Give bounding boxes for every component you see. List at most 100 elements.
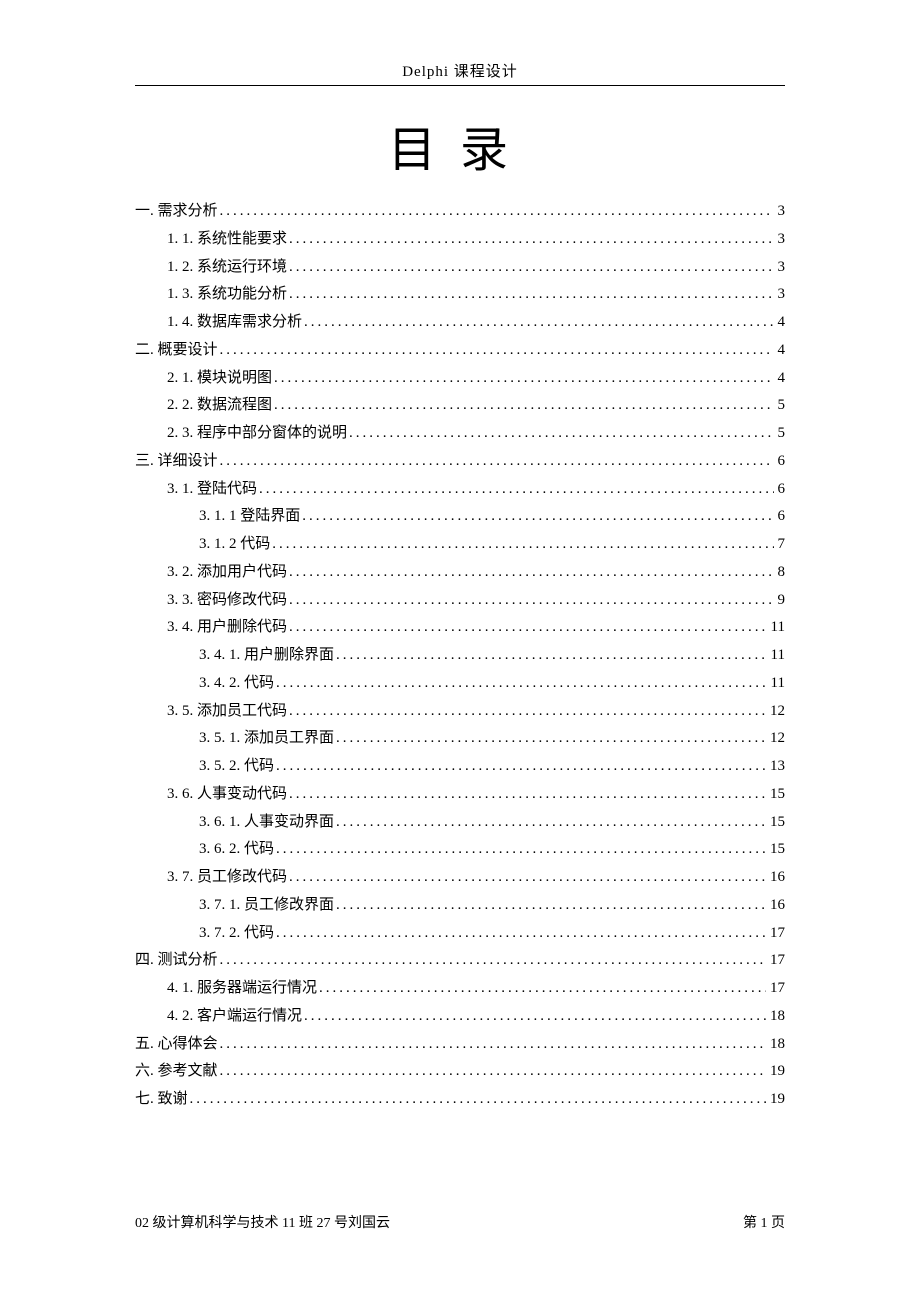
toc-entry-page: 19 xyxy=(768,1086,785,1114)
toc-entry-label: 3. 2. 添加用户代码 xyxy=(167,559,287,587)
toc-leader-dots xyxy=(289,698,766,726)
toc-leader-dots xyxy=(289,587,773,615)
toc-entry-label: 3. 4. 用户删除代码 xyxy=(167,614,287,642)
toc-entry-label: 五. 心得体会 xyxy=(135,1031,218,1059)
toc-entry-label: 3. 7. 1. 员工修改界面 xyxy=(199,892,334,920)
toc-entry-page: 3 xyxy=(776,198,786,226)
toc-leader-dots xyxy=(220,1058,766,1086)
toc-entry-page: 19 xyxy=(768,1058,785,1086)
toc-entry-page: 16 xyxy=(768,892,785,920)
toc-leader-dots xyxy=(336,809,766,837)
toc-entry: 3. 3. 密码修改代码9 xyxy=(135,587,785,615)
toc-entry-label: 3. 5. 添加员工代码 xyxy=(167,698,287,726)
toc-entry: 四. 测试分析 17 xyxy=(135,947,785,975)
document-page: Delphi 课程设计 目录 一. 需求分析31. 1. 系统性能要求31. 2… xyxy=(0,0,920,1302)
toc-entry-label: 3. 7. 2. 代码 xyxy=(199,920,274,948)
toc-entry-page: 11 xyxy=(769,670,785,698)
toc-leader-dots xyxy=(289,781,766,809)
toc-leader-dots xyxy=(302,503,773,531)
toc-leader-dots xyxy=(220,947,766,975)
toc-entry-page: 18 xyxy=(768,1031,785,1059)
toc-entry-label: 四. 测试分析 xyxy=(135,947,218,975)
toc-leader-dots xyxy=(289,559,773,587)
toc-entry-label: 3. 3. 密码修改代码 xyxy=(167,587,287,615)
toc-entry-label: 2. 3. 程序中部分窗体的说明 xyxy=(167,420,347,448)
toc-entry-label: 4. 2. 客户端运行情况 xyxy=(167,1003,302,1031)
toc-entry: 3. 4. 2. 代码11 xyxy=(135,670,785,698)
toc-entry-page: 7 xyxy=(776,531,786,559)
toc-entry: 3. 6. 2. 代码 15 xyxy=(135,836,785,864)
toc-entry: 4. 2. 客户端运行情况 18 xyxy=(135,1003,785,1031)
toc-leader-dots xyxy=(304,1003,766,1031)
toc-leader-dots xyxy=(190,1086,766,1114)
toc-entry-page: 4 xyxy=(776,365,786,393)
toc-leader-dots xyxy=(272,531,773,559)
toc-leader-dots xyxy=(220,448,774,476)
toc-entry-label: 1. 1. 系统性能要求 xyxy=(167,226,287,254)
footer-right: 第 1 页 xyxy=(743,1212,785,1232)
toc-entry: 3. 1. 2 代码7 xyxy=(135,531,785,559)
toc-entry-page: 15 xyxy=(768,836,785,864)
toc-entry-label: 三. 详细设计 xyxy=(135,448,218,476)
toc-entry-page: 17 xyxy=(768,975,785,1003)
toc-entry: 七. 致谢 19 xyxy=(135,1086,785,1114)
toc-leader-dots xyxy=(289,281,773,309)
toc-entry-page: 6 xyxy=(776,503,786,531)
toc-leader-dots xyxy=(336,725,766,753)
toc-entry-label: 1. 3. 系统功能分析 xyxy=(167,281,287,309)
toc-entry-page: 6 xyxy=(776,448,786,476)
toc-entry: 3. 1. 1 登陆界面6 xyxy=(135,503,785,531)
toc-leader-dots xyxy=(349,420,773,448)
toc-leader-dots xyxy=(259,476,773,504)
toc-leader-dots xyxy=(304,309,773,337)
toc-leader-dots xyxy=(276,920,766,948)
toc-entry-label: 3. 5. 2. 代码 xyxy=(199,753,274,781)
toc-entry-page: 3 xyxy=(776,226,786,254)
toc-entry: 1. 1. 系统性能要求 3 xyxy=(135,226,785,254)
toc-leader-dots xyxy=(289,254,773,282)
toc-entry-label: 3. 4. 1. 用户删除界面 xyxy=(199,642,334,670)
toc-entry: 三. 详细设计 6 xyxy=(135,448,785,476)
toc-entry-label: 3. 6. 人事变动代码 xyxy=(167,781,287,809)
toc-entry-page: 5 xyxy=(776,420,786,448)
toc-leader-dots xyxy=(274,365,773,393)
toc-entry-page: 15 xyxy=(768,809,785,837)
document-title: 目录 xyxy=(135,110,785,180)
toc-entry: 3. 4. 用户删除代码11 xyxy=(135,614,785,642)
toc-entry: 3. 7. 1. 员工修改界面 16 xyxy=(135,892,785,920)
toc-entry-page: 12 xyxy=(768,725,785,753)
toc-entry: 2. 3. 程序中部分窗体的说明 5 xyxy=(135,420,785,448)
toc-entry-label: 七. 致谢 xyxy=(135,1086,188,1114)
toc-leader-dots xyxy=(220,198,774,226)
toc-entry: 3. 1. 登陆代码6 xyxy=(135,476,785,504)
toc-leader-dots xyxy=(220,1031,766,1059)
toc-entry-label: 3. 6. 2. 代码 xyxy=(199,836,274,864)
toc-entry-page: 18 xyxy=(768,1003,785,1031)
toc-entry-page: 15 xyxy=(768,781,785,809)
toc-entry: 3. 6. 人事变动代码 15 xyxy=(135,781,785,809)
toc-entry: 2. 2. 数据流程图 5 xyxy=(135,392,785,420)
toc-entry: 二. 概要设计4 xyxy=(135,337,785,365)
toc-entry-page: 17 xyxy=(768,920,785,948)
toc-leader-dots xyxy=(289,864,766,892)
toc-leader-dots xyxy=(276,836,766,864)
toc-entry-page: 13 xyxy=(768,753,785,781)
toc-entry: 3. 5. 2. 代码 13 xyxy=(135,753,785,781)
toc-entry: 4. 1. 服务器端运行情况 17 xyxy=(135,975,785,1003)
toc-entry-page: 5 xyxy=(776,392,786,420)
page-footer: 02 级计算机科学与技术 11 班 27 号刘国云 第 1 页 xyxy=(135,1212,785,1232)
toc-entry-label: 1. 4. 数据库需求分析 xyxy=(167,309,302,337)
toc-leader-dots xyxy=(289,614,767,642)
toc-entry-page: 17 xyxy=(768,947,785,975)
toc-entry-label: 4. 1. 服务器端运行情况 xyxy=(167,975,317,1003)
toc-entry-label: 3. 5. 1. 添加员工界面 xyxy=(199,725,334,753)
toc-entry-label: 3. 7. 员工修改代码 xyxy=(167,864,287,892)
toc-entry: 3. 5. 添加员工代码12 xyxy=(135,698,785,726)
toc-entry-label: 2. 2. 数据流程图 xyxy=(167,392,272,420)
toc-entry: 3. 5. 1. 添加员工界面 12 xyxy=(135,725,785,753)
toc-entry: 3. 7. 员工修改代码16 xyxy=(135,864,785,892)
toc-leader-dots xyxy=(336,892,766,920)
toc-entry-label: 3. 1. 登陆代码 xyxy=(167,476,257,504)
toc-entry-page: 4 xyxy=(776,337,786,365)
toc-entry: 2. 1. 模块说明图4 xyxy=(135,365,785,393)
